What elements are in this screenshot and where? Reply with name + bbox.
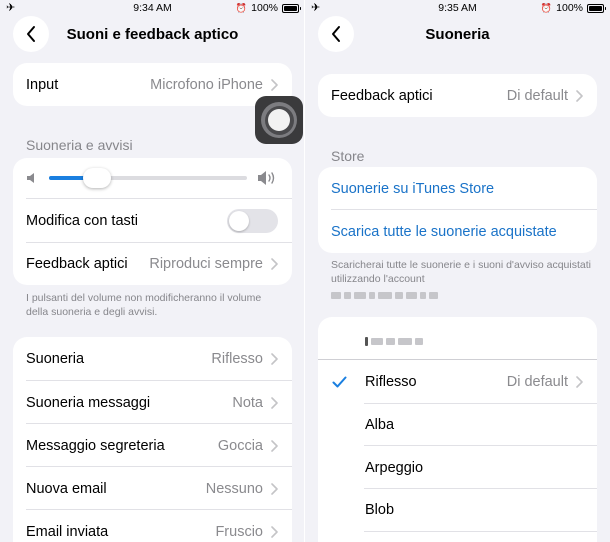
sound-row-label: Suoneria messaggi: [26, 394, 151, 411]
sound-row-new-mail[interactable]: Nuova email Nessuno: [13, 467, 292, 510]
tone-row[interactable]: Arpeggio: [318, 446, 597, 489]
battery-percent: 100%: [556, 2, 583, 14]
chevron-right-icon: [271, 352, 278, 365]
input-group: Input Microfono iPhone: [13, 63, 292, 106]
sound-row-value: Riflesso: [211, 350, 263, 367]
page-title: Suoni e feedback aptico: [66, 26, 239, 43]
chevron-right-icon: [576, 375, 583, 388]
volume-slider[interactable]: [49, 176, 247, 180]
chevron-right-icon: [271, 258, 278, 270]
sound-haptics-screen: ✈ 9:34 AM ⏰ 100% Suoni e feedback aptico…: [0, 0, 305, 542]
ringtone-screen: ✈ 9:35 AM ⏰ 100% Suoneria Feedback aptic…: [305, 0, 610, 542]
change-with-buttons-label: Modifica con tasti: [26, 212, 139, 229]
tone-value: Di default: [506, 373, 568, 390]
assistive-touch-icon[interactable]: [255, 96, 303, 144]
screenshot: ✈ 9:34 AM ⏰ 100% Suoni e feedback aptico…: [0, 0, 610, 542]
volume-low-icon: [27, 173, 34, 183]
sound-row-text-tone[interactable]: Suoneria messaggi Nota: [13, 381, 292, 424]
tone-label: Alba: [365, 417, 395, 433]
battery-percent: 100%: [251, 2, 278, 14]
sound-row-voicemail[interactable]: Messaggio segreteria Goccia: [13, 424, 292, 467]
redacted-account: [331, 288, 591, 302]
battery-icon: [587, 3, 606, 13]
sound-row-ringtone[interactable]: Suoneria Riflesso: [13, 337, 292, 380]
sounds-group: Suoneria Riflesso Suoneria messaggi Nota…: [13, 337, 292, 542]
status-bar: ✈ 9:34 AM ⏰ 100%: [0, 0, 305, 16]
change-with-buttons-row: Modifica con tasti: [13, 199, 292, 242]
tone-label: Arpeggio: [365, 459, 424, 476]
back-chevron-icon: [332, 26, 340, 42]
store-footnote: Scaricherai tutte le suonerie e i suoni …: [331, 258, 591, 302]
haptics-row[interactable]: Feedback aptici Di default: [318, 74, 597, 117]
redacted-heading: [365, 333, 426, 351]
chevron-right-icon: [271, 482, 278, 495]
store-section-header: Store: [331, 148, 365, 164]
haptics-label: Feedback aptici: [26, 256, 128, 272]
tone-row[interactable]: Blob: [318, 489, 597, 531]
tones-group: Riflesso Di default Alba Arpeggio Blob: [318, 317, 597, 542]
ringer-section-header: Suoneria e avvisi: [26, 137, 133, 153]
volume-high-icon: [258, 171, 275, 185]
sound-row-value: Goccia: [217, 437, 263, 454]
input-row[interactable]: Input Microfono iPhone: [13, 63, 292, 106]
ringer-group: Modifica con tasti Feedback aptici Ripro…: [13, 158, 292, 285]
sound-row-label: Suoneria: [26, 350, 85, 367]
haptics-value: Di default: [506, 87, 568, 104]
chevron-right-icon: [576, 89, 583, 102]
back-button[interactable]: [13, 16, 49, 52]
tone-row-selected[interactable]: Riflesso Di default: [318, 360, 597, 403]
input-label: Input: [26, 76, 59, 93]
back-button[interactable]: [318, 16, 354, 52]
sound-row-label: Email inviata: [26, 523, 109, 540]
chevron-right-icon: [271, 78, 278, 91]
download-purchased-link-label: Scarica tutte le suonerie acquistate: [331, 223, 557, 240]
volume-slider-thumb[interactable]: [82, 168, 111, 188]
status-bar: ✈ 9:35 AM ⏰ 100%: [305, 0, 610, 16]
sound-row-label: Messaggio segreteria: [26, 437, 165, 454]
page-title: Suoneria: [425, 26, 490, 43]
tone-label: Blob: [365, 502, 395, 518]
battery-icon: [282, 3, 301, 13]
checkmark-icon: [332, 376, 347, 387]
haptics-value: Riproduci sempre: [149, 256, 263, 272]
itunes-store-link[interactable]: Suonerie su iTunes Store: [318, 167, 597, 210]
sound-row-sent-mail[interactable]: Email inviata Fruscio: [13, 510, 292, 542]
chevron-right-icon: [271, 439, 278, 452]
chevron-right-icon: [271, 396, 278, 409]
change-with-buttons-toggle[interactable]: [227, 208, 278, 233]
input-value: Microfono iPhone: [150, 76, 263, 93]
haptics-row[interactable]: Feedback aptici Riproduci sempre: [13, 243, 292, 285]
haptics-label: Feedback aptici: [331, 87, 433, 104]
tone-label: Riflesso: [365, 373, 417, 390]
chevron-right-icon: [271, 525, 278, 538]
alarm-icon: ⏰: [540, 2, 553, 13]
store-group: Suonerie su iTunes Store Scarica tutte l…: [318, 167, 597, 253]
volume-footnote: I pulsanti del volume non modificheranno…: [26, 292, 262, 318]
back-chevron-icon: [27, 26, 35, 42]
tone-row[interactable]: Alba: [318, 404, 597, 446]
haptics-group: Feedback aptici Di default: [318, 74, 597, 117]
sound-row-label: Nuova email: [26, 480, 107, 497]
download-purchased-link[interactable]: Scarica tutte le suonerie acquistate: [318, 210, 597, 253]
itunes-store-link-label: Suonerie su iTunes Store: [331, 180, 495, 197]
store-footnote-text: Scaricherai tutte le suonerie e i suoni …: [331, 259, 591, 285]
sound-row-value: Nessuno: [205, 480, 263, 497]
alarm-icon: ⏰: [235, 2, 248, 13]
sound-row-value: Nota: [232, 394, 263, 411]
sound-row-value: Fruscio: [215, 523, 263, 540]
